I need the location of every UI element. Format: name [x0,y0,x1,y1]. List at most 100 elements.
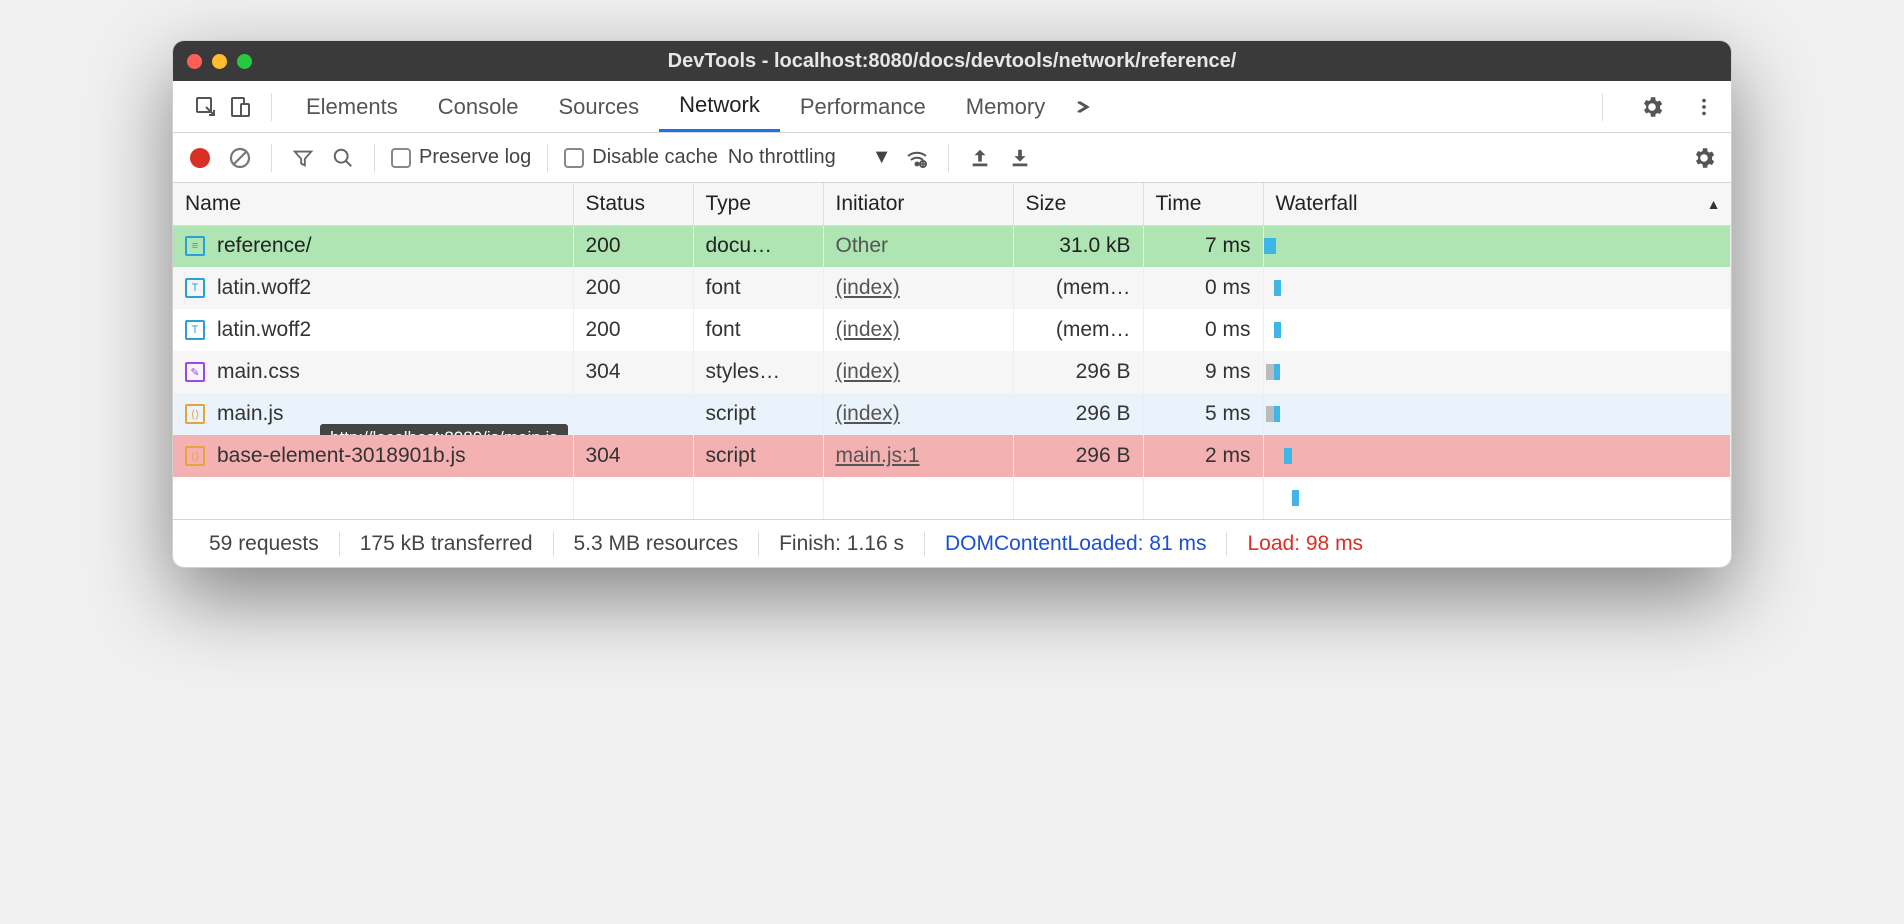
file-type-icon: T [185,278,205,298]
preserve-log-checkbox[interactable]: Preserve log [391,146,531,169]
status-requests: 59 requests [189,532,340,556]
request-name: reference/ [217,234,312,258]
request-type: script [693,435,823,477]
device-toolbar-icon[interactable] [223,90,257,124]
inspect-element-icon[interactable] [189,90,223,124]
status-resources: 5.3 MB resources [554,532,760,556]
file-type-icon: ✎ [185,362,205,382]
request-name: main.js [217,402,284,426]
request-time: 9 ms [1143,351,1263,393]
titlebar: DevTools - localhost:8080/docs/devtools/… [173,41,1731,81]
main-tabs-bar: Elements Console Sources Network Perform… [173,81,1731,133]
request-name: base-element-3018901b.js [217,444,466,468]
request-initiator[interactable]: (index) [836,402,900,425]
status-bar: 59 requests 175 kB transferred 5.3 MB re… [173,519,1731,567]
minimize-window-icon[interactable] [212,54,227,69]
record-button[interactable] [185,143,215,173]
col-initiator[interactable]: Initiator [823,183,1013,225]
clear-icon[interactable] [225,143,255,173]
status-domcontentloaded: DOMContentLoaded: 81 ms [925,532,1227,556]
sort-ascending-icon: ▲ [1707,196,1721,212]
request-time: 0 ms [1143,267,1263,309]
status-transferred: 175 kB transferred [340,532,554,556]
col-type[interactable]: Type [693,183,823,225]
tab-console[interactable]: Console [418,81,539,132]
request-time: 2 ms [1143,435,1263,477]
status-load: Load: 98 ms [1227,532,1383,556]
table-row[interactable]: Tlatin.woff2 200 font (index) (mem… 0 ms [173,267,1731,309]
request-initiator[interactable]: main.js:1 [836,444,920,467]
table-row[interactable]: ⟨⟩ main.js http://localhost:8080/js/main.j… [173,393,1731,435]
request-initiator[interactable]: (index) [836,276,900,299]
table-row[interactable]: ✎ main.css 304 styles… (index) 296 B 9 ms [173,351,1731,393]
maximize-window-icon[interactable] [237,54,252,69]
network-conditions-icon[interactable] [902,143,932,173]
request-initiator[interactable]: (index) [836,360,900,383]
request-time: 0 ms [1143,309,1263,351]
throttling-select[interactable]: No throttling ▼ [728,146,892,169]
panel-settings-icon[interactable] [1689,143,1719,173]
traffic-lights [187,54,252,69]
request-type: font [693,309,823,351]
request-status: 304 [573,435,693,477]
tab-memory[interactable]: Memory [946,81,1065,132]
devtools-window: DevTools - localhost:8080/docs/devtools/… [172,40,1732,568]
request-type: script [693,393,823,435]
close-window-icon[interactable] [187,54,202,69]
settings-icon[interactable] [1635,90,1669,124]
request-status: 304 [573,351,693,393]
tab-network[interactable]: Network [659,81,780,132]
request-time: 7 ms [1143,225,1263,267]
request-initiator[interactable]: Other [836,234,889,257]
tab-performance[interactable]: Performance [780,81,946,132]
col-size[interactable]: Size [1013,183,1143,225]
preserve-log-label: Preserve log [419,146,531,169]
table-row[interactable]: ≡ reference/ 200 docu… Other 31.0 kB 7 ms [173,225,1731,267]
request-size: 296 B [1013,351,1143,393]
upload-har-icon[interactable] [965,143,995,173]
table-row-empty [173,477,1731,519]
table-header-row: Name Status Type Initiator Size Time Wat… [173,183,1731,225]
request-name: main.css [217,360,300,384]
filter-icon[interactable] [288,143,318,173]
col-name[interactable]: Name [173,183,573,225]
request-size: 296 B [1013,393,1143,435]
request-size: 31.0 kB [1013,225,1143,267]
file-type-icon: ⟨⟩ [185,404,205,424]
request-size: 296 B [1013,435,1143,477]
more-tabs-icon[interactable] [1065,90,1099,124]
file-type-icon: ⟨⟩ [185,446,205,466]
window-title: DevTools - localhost:8080/docs/devtools/… [187,50,1717,73]
disable-cache-checkbox[interactable]: Disable cache [564,146,718,169]
disable-cache-label: Disable cache [592,146,718,169]
url-tooltip: http://localhost:8080/js/main.js [320,424,568,435]
col-waterfall[interactable]: Waterfall▲ [1263,183,1731,225]
request-type: font [693,267,823,309]
table-row[interactable]: ⟨⟩ base-element-3018901b.js 304 script ma… [173,435,1731,477]
network-toolbar: Preserve log Disable cache No throttling… [173,133,1731,183]
request-size: (mem… [1013,267,1143,309]
request-type: docu… [693,225,823,267]
table-row[interactable]: Tlatin.woff2 200 font (index) (mem… 0 ms [173,309,1731,351]
request-initiator[interactable]: (index) [836,318,900,341]
kebab-menu-icon[interactable] [1687,90,1721,124]
request-type: styles… [693,351,823,393]
request-time: 5 ms [1143,393,1263,435]
request-name: latin.woff2 [217,276,311,300]
col-time[interactable]: Time [1143,183,1263,225]
request-status: 200 [573,225,693,267]
network-requests-table: Name Status Type Initiator Size Time Wat… [173,183,1731,519]
request-status: 200 [573,309,693,351]
search-icon[interactable] [328,143,358,173]
col-status[interactable]: Status [573,183,693,225]
status-finish: Finish: 1.16 s [759,532,925,556]
download-har-icon[interactable] [1005,143,1035,173]
throttling-value: No throttling [728,146,836,169]
separator [1602,93,1603,121]
request-status: 200 [573,267,693,309]
file-type-icon: T [185,320,205,340]
tab-sources[interactable]: Sources [538,81,659,132]
tab-elements[interactable]: Elements [286,81,418,132]
file-type-icon: ≡ [185,236,205,256]
request-size: (mem… [1013,309,1143,351]
